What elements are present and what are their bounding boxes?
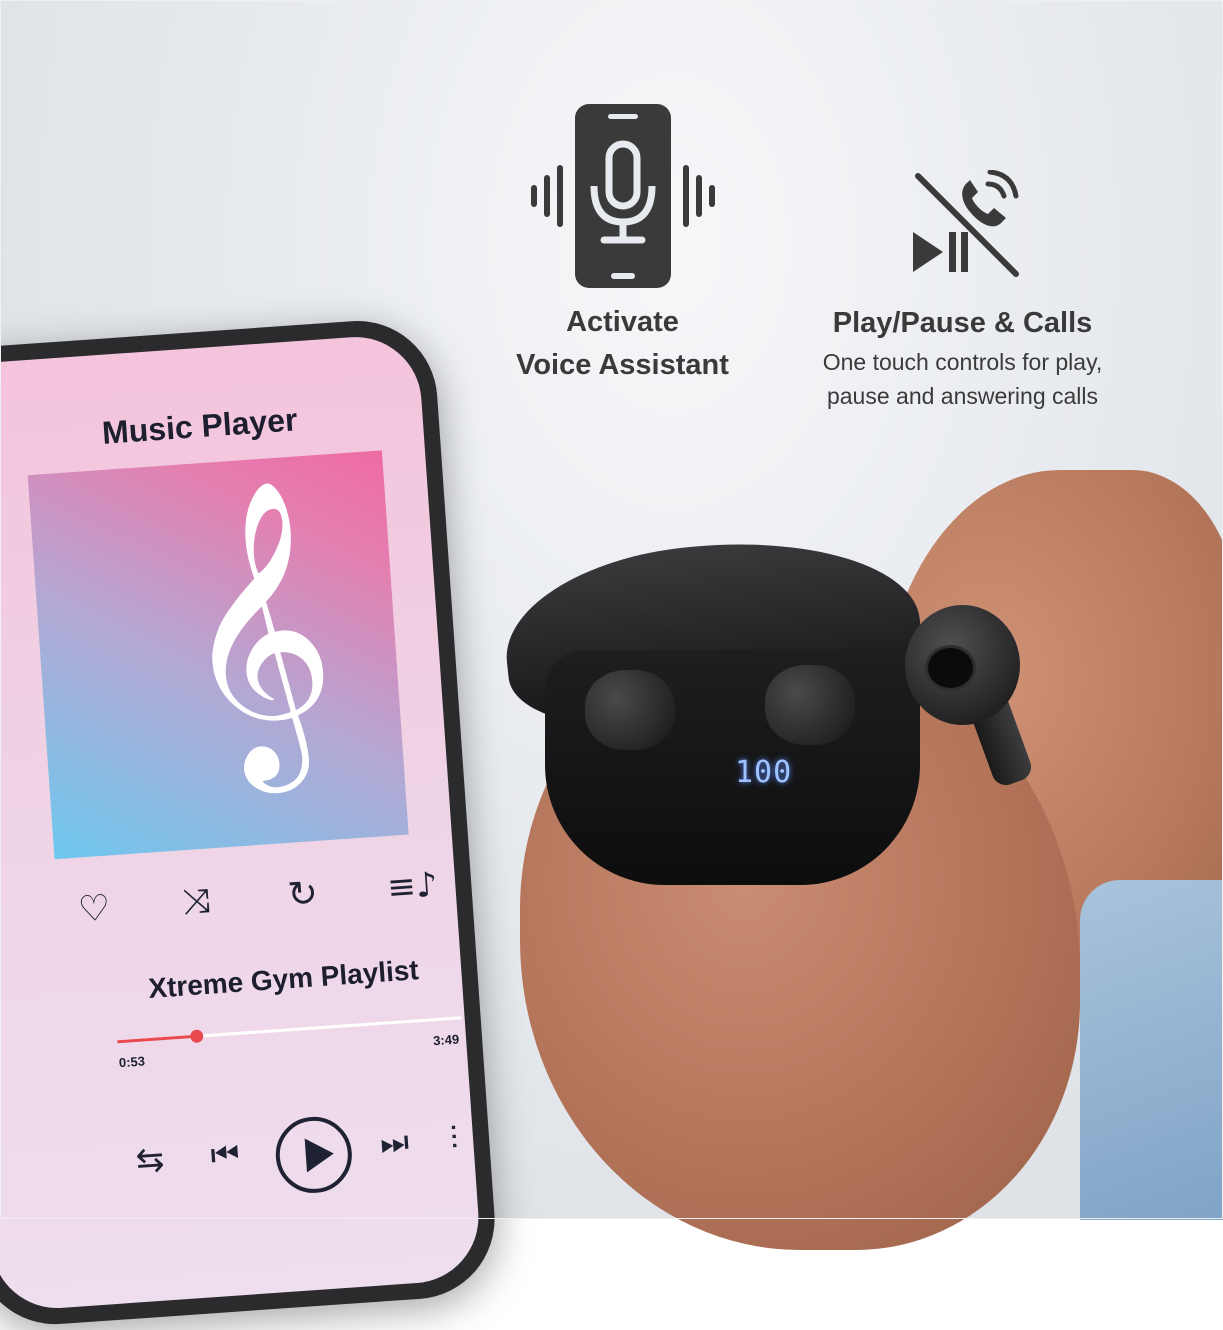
image-border xyxy=(0,0,1223,1219)
